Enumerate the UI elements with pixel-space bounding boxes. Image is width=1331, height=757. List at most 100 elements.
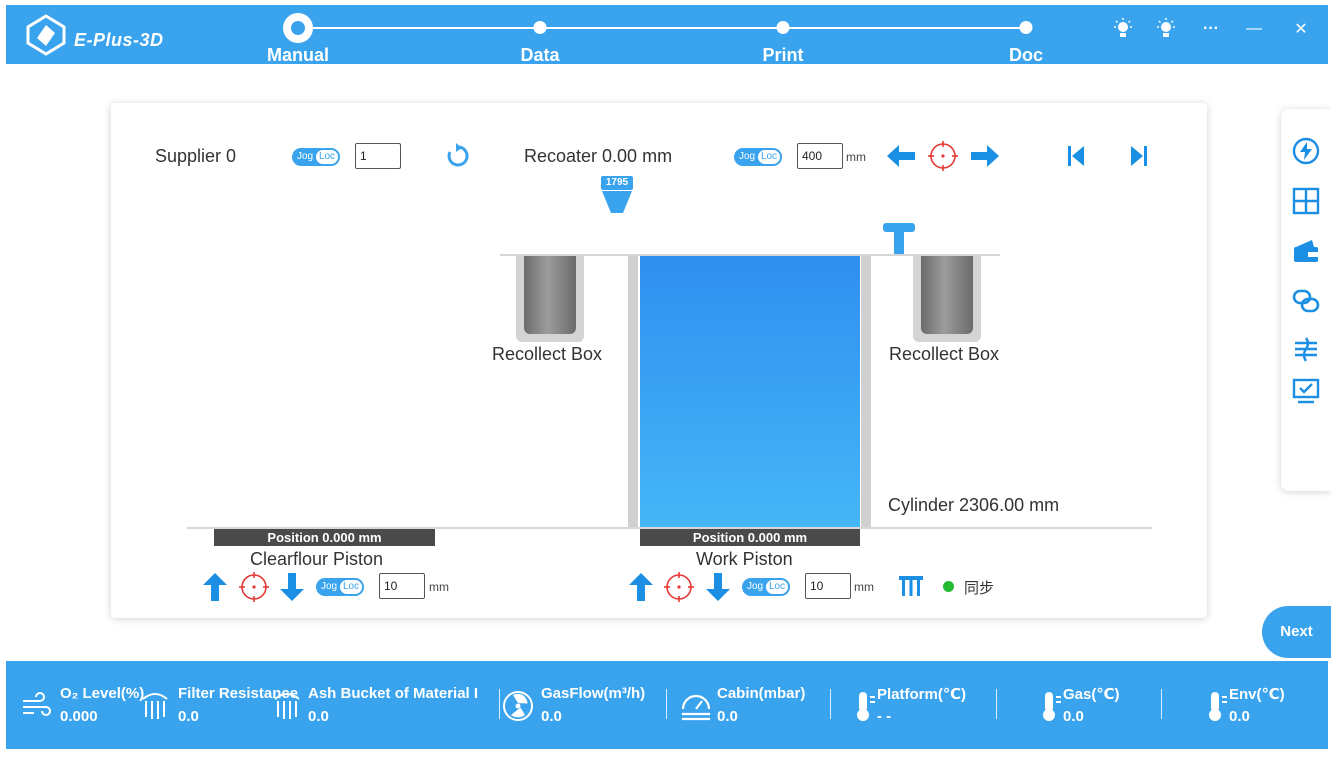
- status-gas-temp: Gas(℃) 0.0: [1035, 683, 1155, 729]
- wallet-icon[interactable]: [1292, 237, 1320, 265]
- power-icon[interactable]: [1292, 137, 1320, 165]
- status-value: - -: [877, 708, 892, 725]
- supplier-jog-loc-toggle[interactable]: Jog Loc: [292, 148, 340, 166]
- status-ash-bucket: Ash Bucket of Material I 0.0: [270, 683, 496, 729]
- status-separator: [499, 689, 500, 719]
- reset-icon[interactable]: [445, 143, 471, 169]
- recoater-jog-loc-toggle[interactable]: Jog Loc: [734, 148, 782, 166]
- step-print[interactable]: Print: [703, 5, 863, 65]
- status-platform: Platform(℃) - -: [849, 683, 999, 729]
- manual-control-panel: Supplier 0 Jog Loc Recoater 0.00 mm Jog …: [111, 103, 1207, 618]
- link-icon[interactable]: [1292, 287, 1320, 315]
- arrow-down-icon[interactable]: [706, 573, 730, 601]
- step-manual-label: Manual: [266, 45, 329, 65]
- step-manual[interactable]: Manual: [218, 5, 378, 65]
- skip-end-icon[interactable]: [1129, 145, 1149, 167]
- step-data-label: Data: [520, 45, 560, 65]
- arrow-up-icon[interactable]: [629, 573, 653, 601]
- step-doc-dot: [1019, 21, 1033, 34]
- recollect-box-right-label: Recollect Box: [889, 344, 1000, 364]
- cylinder-label: Cylinder 2306.00 mm: [888, 495, 1060, 515]
- ash-bucket-icon: [274, 693, 300, 719]
- recollect-box-left: [516, 256, 584, 342]
- work-position-bar: Position 0.000 mm: [640, 529, 860, 546]
- step-doc[interactable]: Doc: [946, 5, 1106, 65]
- step-print-dot: [776, 21, 790, 34]
- clearflour-step-input[interactable]: [379, 573, 425, 599]
- wind-icon: [23, 692, 51, 716]
- status-gasflow: GasFlow(m³/h) 0.0: [501, 683, 666, 729]
- step-data-dot: [533, 21, 547, 34]
- light-bulb-icon[interactable]: [1154, 17, 1178, 41]
- filter-icon: [142, 693, 168, 719]
- toggle-jog-label: Jog: [321, 581, 338, 592]
- status-separator: [996, 689, 997, 719]
- clearflour-jog-loc-toggle[interactable]: Jog Loc: [316, 578, 364, 596]
- work-unit: mm: [854, 580, 874, 594]
- recollect-box-left-label: Recollect Box: [492, 344, 603, 364]
- recollect-box-right: [913, 256, 981, 342]
- recoater-unit: mm: [846, 150, 866, 164]
- status-value: 0.0: [541, 708, 562, 725]
- logo-text: E-Plus-3D: [74, 29, 164, 50]
- sync-label: 同步: [964, 579, 995, 597]
- target-icon[interactable]: [928, 141, 958, 171]
- toggle-jog-label: Jog: [739, 151, 756, 162]
- arrow-left-icon[interactable]: [887, 145, 917, 167]
- close-button[interactable]: ✕: [1289, 17, 1313, 41]
- status-value: 0.000: [60, 708, 98, 725]
- step-manual-dot: [283, 13, 313, 43]
- recollect-box-left-fill: [524, 256, 576, 334]
- skip-start-icon[interactable]: [1066, 145, 1086, 167]
- status-label: Platform(℃): [877, 686, 966, 703]
- status-label: Ash Bucket of Material I: [308, 685, 479, 702]
- arrow-right-icon[interactable]: [969, 145, 999, 167]
- clearflour-position-bar: Position 0.000 mm: [214, 529, 435, 546]
- logo-icon: [26, 14, 66, 56]
- logo: E-Plus-3D: [24, 11, 174, 59]
- toggle-loc-label: Loc: [766, 580, 788, 594]
- toggle-jog-label: Jog: [747, 581, 764, 592]
- arrow-up-icon[interactable]: [203, 573, 227, 601]
- status-value: 0.0: [717, 708, 738, 725]
- monitor-check-icon[interactable]: [1292, 377, 1320, 405]
- radiation-icon: [503, 691, 533, 721]
- status-label: Env(℃): [1229, 686, 1285, 703]
- step-doc-label: Doc: [1008, 45, 1043, 65]
- work-cylinder: [640, 256, 860, 528]
- top-bar: E-Plus-3D Manual Data Print Doc ··· — ✕: [6, 5, 1328, 65]
- minimize-button[interactable]: —: [1242, 17, 1266, 41]
- toggle-loc-label: Loc: [758, 150, 780, 164]
- app-root: E-Plus-3D Manual Data Print Doc ··· — ✕: [0, 0, 1331, 757]
- recoater-label: Recoater 0.00 mm: [524, 146, 673, 166]
- step-data[interactable]: Data: [460, 5, 620, 65]
- gauge-icon: [681, 694, 711, 721]
- recoater-marker-value: 1795: [605, 177, 629, 188]
- status-separator: [830, 689, 831, 719]
- status-bar: O₂ Level(%) 0.000 Filter Resistance(k 0.…: [6, 661, 1328, 749]
- next-button[interactable]: Next: [1262, 606, 1331, 658]
- target-icon[interactable]: [664, 572, 694, 602]
- work-jog-loc-toggle[interactable]: Jog Loc: [742, 578, 790, 596]
- target-icon[interactable]: [239, 572, 269, 602]
- supplier-step-input[interactable]: [355, 143, 401, 169]
- more-button[interactable]: ···: [1199, 17, 1223, 41]
- status-value: 0.0: [308, 708, 329, 725]
- cylinder-wall-right: [861, 256, 871, 528]
- recoater-step-input[interactable]: [797, 143, 843, 169]
- status-value: 0.0: [1063, 708, 1084, 725]
- clearflour-unit: mm: [429, 580, 449, 594]
- grid-icon[interactable]: [1292, 187, 1320, 215]
- column-icon[interactable]: [899, 576, 923, 596]
- recollect-box-right-fill: [921, 256, 973, 334]
- airflow-icon[interactable]: [1292, 335, 1320, 363]
- arrow-down-icon[interactable]: [280, 573, 304, 601]
- toggle-jog-label: Jog: [297, 151, 314, 162]
- step-print-label: Print: [762, 45, 804, 65]
- supplier-label: Supplier 0: [155, 146, 237, 166]
- light-bulb-icon[interactable]: [1111, 17, 1135, 41]
- status-value: 0.0: [1229, 708, 1250, 725]
- recoater-handle-icon: [883, 223, 915, 256]
- status-cabin: Cabin(mbar) 0.0: [679, 683, 829, 729]
- work-step-input[interactable]: [805, 573, 851, 599]
